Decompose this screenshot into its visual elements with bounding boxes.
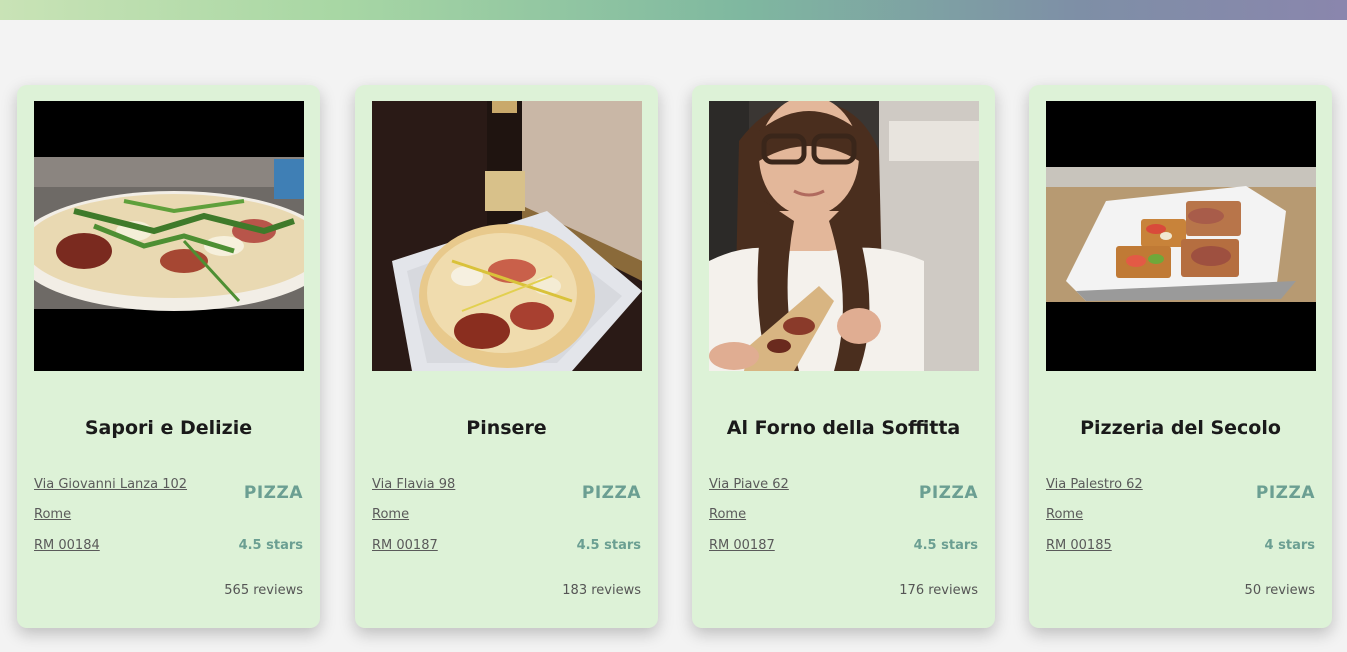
review-count: 565 reviews (224, 583, 303, 598)
address-city-link[interactable]: Rome (34, 507, 71, 522)
review-count: 183 reviews (562, 583, 641, 598)
address-street-link[interactable]: Via Flavia 98 (372, 477, 455, 492)
restaurant-card[interactable]: Sapori e Delizie Via Giovanni Lanza 102 … (17, 85, 320, 628)
review-count: 176 reviews (899, 583, 978, 598)
address-city-link[interactable]: Rome (1046, 507, 1083, 522)
restaurant-photo (372, 101, 642, 371)
restaurant-name[interactable]: Pinsere (355, 417, 658, 439)
address-street-link[interactable]: Via Giovanni Lanza 102 (34, 477, 187, 492)
restaurant-card[interactable]: Al Forno della Soffitta Via Piave 62 Rom… (692, 85, 995, 628)
category-label: PIZZA (1255, 483, 1315, 503)
address-city-link[interactable]: Rome (709, 507, 746, 522)
category-label: PIZZA (243, 483, 303, 503)
rating-label: 4.5 stars (238, 538, 303, 553)
restaurant-card-list: Sapori e Delizie Via Giovanni Lanza 102 … (17, 85, 1332, 628)
rating-label: 4.5 stars (913, 538, 978, 553)
rating-label: 4.5 stars (576, 538, 641, 553)
address-city-link[interactable]: Rome (372, 507, 409, 522)
address-street-link[interactable]: Via Palestro 62 (1046, 477, 1143, 492)
rating-label: 4 stars (1264, 538, 1315, 553)
address-zip-link[interactable]: RM 00187 (372, 538, 438, 553)
restaurant-photo (34, 101, 304, 371)
address-street-link[interactable]: Via Piave 62 (709, 477, 789, 492)
restaurant-card[interactable]: Pizzeria del Secolo Via Palestro 62 Rome… (1029, 85, 1332, 628)
review-count: 50 reviews (1244, 583, 1315, 598)
address-zip-link[interactable]: RM 00185 (1046, 538, 1112, 553)
restaurant-name[interactable]: Al Forno della Soffitta (692, 417, 995, 439)
category-label: PIZZA (581, 483, 641, 503)
category-label: PIZZA (918, 483, 978, 503)
address-zip-link[interactable]: RM 00187 (709, 538, 775, 553)
address-zip-link[interactable]: RM 00184 (34, 538, 100, 553)
restaurant-name[interactable]: Sapori e Delizie (17, 417, 320, 439)
restaurant-card[interactable]: Pinsere Via Flavia 98 Rome RM 00187 PIZZ… (355, 85, 658, 628)
restaurant-name[interactable]: Pizzeria del Secolo (1029, 417, 1332, 439)
restaurant-photo (709, 101, 979, 371)
header-gradient-band (0, 0, 1347, 20)
restaurant-photo (1046, 101, 1316, 371)
